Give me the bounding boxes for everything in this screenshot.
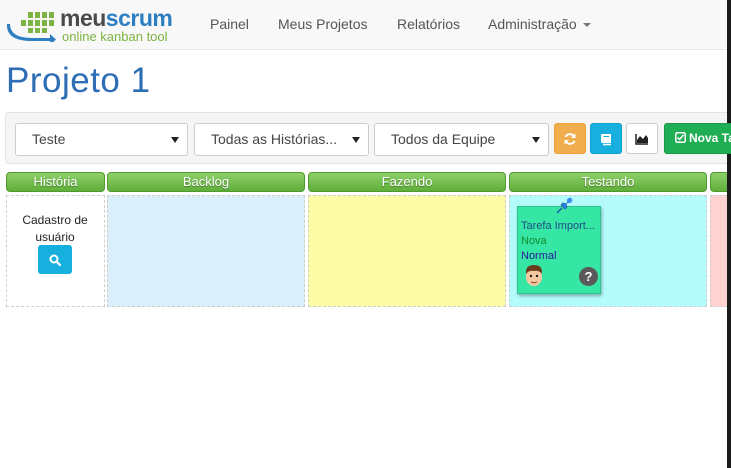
team-filter-select[interactable]: Todos da Equipe [374,123,549,156]
caret-down-icon [582,23,591,28]
column-header-testando: Testando [509,172,707,192]
nav-relatorios[interactable]: Relatórios [397,15,460,33]
nav-meus-projetos[interactable]: Meus Projetos [278,15,367,33]
new-task-button[interactable]: Nova Ta [664,123,731,154]
story-title: Cadastro de usuário [22,213,88,244]
window-edge [727,0,731,468]
column-header-historia: História [6,172,105,192]
backlog-cell[interactable] [107,195,305,307]
story-cell: Cadastro de usuário [6,195,105,307]
brand-name: meuscrum [60,5,173,31]
select-arrow-icon [532,137,540,143]
page-title: Projeto 1 [6,61,151,100]
project-select[interactable]: Teste [15,123,188,156]
next-column-cell[interactable] [710,195,727,307]
story-search-button[interactable] [38,245,72,274]
new-task-label: Nova Ta [689,131,731,145]
chart-button[interactable] [626,123,658,154]
column-header-next [710,172,727,192]
select-arrow-icon [171,137,179,143]
fazendo-cell[interactable] [308,195,506,307]
refresh-icon [564,132,576,145]
nav-painel[interactable]: Painel [210,15,249,33]
task-card[interactable]: Tarefa Import... Nova Normal ? [517,206,601,294]
logo-arrow-icon [6,12,56,42]
help-icon[interactable]: ? [579,267,598,286]
check-square-icon [675,132,686,143]
filter-toolbar: Teste Todas as Histórias... Todos da Equ… [5,112,731,164]
top-navbar: meuscrum online kanban tool Painel Meus … [0,0,727,50]
avatar [526,265,542,286]
nav-administracao-label: Administração [488,16,577,32]
refresh-button[interactable] [554,123,586,154]
book-button[interactable] [590,123,622,154]
pushpin-icon [556,197,573,214]
story-filter-select[interactable]: Todas as Histórias... [194,123,369,156]
nav-administracao[interactable]: Administração [488,15,591,33]
select-arrow-icon [352,137,360,143]
project-select-value: Teste [32,131,66,147]
book-icon [601,133,611,145]
column-header-backlog: Backlog [107,172,305,192]
search-icon [49,254,61,266]
story-filter-value: Todas as Histórias... [211,131,338,147]
brand-tagline: online kanban tool [62,29,168,44]
chart-icon [635,133,648,145]
column-header-fazendo: Fazendo [308,172,506,192]
team-filter-value: Todos da Equipe [391,131,496,147]
task-title: Tarefa Import... [521,220,595,232]
task-priority: Normal [521,250,557,262]
task-status: Nova [521,235,547,247]
brand-logo[interactable]: meuscrum online kanban tool [6,6,186,46]
